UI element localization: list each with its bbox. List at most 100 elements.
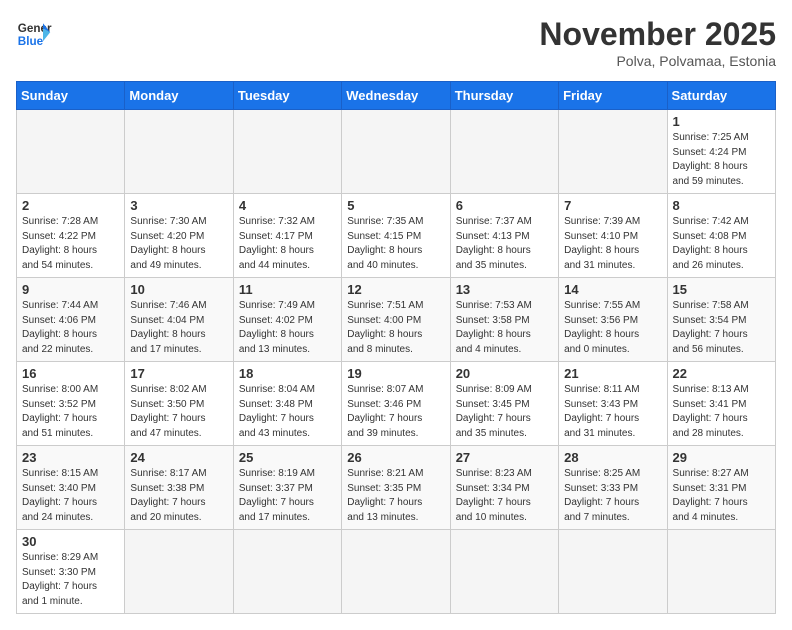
- weekday-header-saturday: Saturday: [667, 82, 775, 110]
- logo-icon: General Blue: [16, 16, 52, 52]
- title-block: November 2025 Polva, Polvamaa, Estonia: [539, 16, 776, 69]
- weekday-header-row: SundayMondayTuesdayWednesdayThursdayFrid…: [17, 82, 776, 110]
- empty-cell: [125, 110, 233, 194]
- day-info: Sunrise: 8:00 AM Sunset: 3:52 PM Dayligh…: [22, 383, 119, 441]
- empty-cell: [667, 530, 775, 614]
- day-number: 2: [22, 198, 119, 213]
- month-title: November 2025: [539, 16, 776, 53]
- day-cell-25: 25 Sunrise: 8:19 AM Sunset: 3:37 PM Dayli…: [233, 446, 341, 530]
- weekday-header-friday: Friday: [559, 82, 667, 110]
- day-info: Sunrise: 7:51 AM Sunset: 4:00 PM Dayligh…: [347, 299, 444, 357]
- day-info: Sunrise: 7:28 AM Sunset: 4:22 PM Dayligh…: [22, 215, 119, 273]
- day-number: 9: [22, 282, 119, 297]
- empty-cell: [125, 530, 233, 614]
- day-number: 28: [564, 450, 661, 465]
- day-info: Sunrise: 8:21 AM Sunset: 3:35 PM Dayligh…: [347, 467, 444, 525]
- day-cell-10: 10 Sunrise: 7:46 AM Sunset: 4:04 PM Dayli…: [125, 278, 233, 362]
- day-cell-15: 15 Sunrise: 7:58 AM Sunset: 3:54 PM Dayli…: [667, 278, 775, 362]
- day-info: Sunrise: 7:55 AM Sunset: 3:56 PM Dayligh…: [564, 299, 661, 357]
- day-number: 14: [564, 282, 661, 297]
- day-cell-5: 5 Sunrise: 7:35 AM Sunset: 4:15 PM Daylig…: [342, 194, 450, 278]
- location: Polva, Polvamaa, Estonia: [539, 53, 776, 69]
- weekday-header-sunday: Sunday: [17, 82, 125, 110]
- day-number: 10: [130, 282, 227, 297]
- day-info: Sunrise: 8:27 AM Sunset: 3:31 PM Dayligh…: [673, 467, 770, 525]
- empty-cell: [559, 110, 667, 194]
- logo: General Blue: [16, 16, 52, 52]
- week-row-6: 30 Sunrise: 8:29 AM Sunset: 3:30 PM Dayli…: [17, 530, 776, 614]
- week-row-5: 23Sunrise: 8:15 AM Sunset: 3:40 PM Dayli…: [17, 446, 776, 530]
- day-info: Sunrise: 8:04 AM Sunset: 3:48 PM Dayligh…: [239, 383, 336, 441]
- day-info: Sunrise: 8:23 AM Sunset: 3:34 PM Dayligh…: [456, 467, 553, 525]
- day-cell-4: 4 Sunrise: 7:32 AM Sunset: 4:17 PM Daylig…: [233, 194, 341, 278]
- day-number: 11: [239, 282, 336, 297]
- day-number: 5: [347, 198, 444, 213]
- day-info: Sunrise: 8:02 AM Sunset: 3:50 PM Dayligh…: [130, 383, 227, 441]
- weekday-header-monday: Monday: [125, 82, 233, 110]
- day-number: 13: [456, 282, 553, 297]
- day-info: Sunrise: 8:29 AM Sunset: 3:30 PM Dayligh…: [22, 551, 119, 609]
- day-number: 17: [130, 366, 227, 381]
- day-cell-30: 30 Sunrise: 8:29 AM Sunset: 3:30 PM Dayli…: [17, 530, 125, 614]
- day-number: 24: [130, 450, 227, 465]
- day-cell-6: 6 Sunrise: 7:37 AM Sunset: 4:13 PM Daylig…: [450, 194, 558, 278]
- day-cell-28: 28Sunrise: 8:25 AM Sunset: 3:33 PM Dayli…: [559, 446, 667, 530]
- day-info: Sunrise: 7:37 AM Sunset: 4:13 PM Dayligh…: [456, 215, 553, 273]
- day-number: 6: [456, 198, 553, 213]
- day-number: 18: [239, 366, 336, 381]
- day-info: Sunrise: 7:49 AM Sunset: 4:02 PM Dayligh…: [239, 299, 336, 357]
- day-cell-21: 21 Sunrise: 8:11 AM Sunset: 3:43 PM Dayli…: [559, 362, 667, 446]
- day-cell-12: 12 Sunrise: 7:51 AM Sunset: 4:00 PM Dayli…: [342, 278, 450, 362]
- day-cell-19: 19 Sunrise: 8:07 AM Sunset: 3:46 PM Dayli…: [342, 362, 450, 446]
- day-info: Sunrise: 8:13 AM Sunset: 3:41 PM Dayligh…: [673, 383, 770, 441]
- day-cell-20: 20Sunrise: 8:09 AM Sunset: 3:45 PM Dayli…: [450, 362, 558, 446]
- empty-cell: [233, 530, 341, 614]
- day-number: 19: [347, 366, 444, 381]
- day-info: Sunrise: 7:30 AM Sunset: 4:20 PM Dayligh…: [130, 215, 227, 273]
- empty-cell: [450, 530, 558, 614]
- day-number: 16: [22, 366, 119, 381]
- day-cell-26: 26 Sunrise: 8:21 AM Sunset: 3:35 PM Dayli…: [342, 446, 450, 530]
- day-cell-16: 16 Sunrise: 8:00 AM Sunset: 3:52 PM Dayli…: [17, 362, 125, 446]
- day-info: Sunrise: 8:11 AM Sunset: 3:43 PM Dayligh…: [564, 383, 661, 441]
- day-number: 23: [22, 450, 119, 465]
- day-cell-17: 17 Sunrise: 8:02 AM Sunset: 3:50 PM Dayli…: [125, 362, 233, 446]
- empty-cell: [450, 110, 558, 194]
- day-cell-1: 1Sunrise: 7:25 AM Sunset: 4:24 PM Daylig…: [667, 110, 775, 194]
- svg-text:Blue: Blue: [18, 35, 44, 48]
- week-row-2: 2 Sunrise: 7:28 AM Sunset: 4:22 PM Daylig…: [17, 194, 776, 278]
- day-info: Sunrise: 7:44 AM Sunset: 4:06 PM Dayligh…: [22, 299, 119, 357]
- day-number: 26: [347, 450, 444, 465]
- week-row-4: 16 Sunrise: 8:00 AM Sunset: 3:52 PM Dayli…: [17, 362, 776, 446]
- day-cell-13: 13Sunrise: 7:53 AM Sunset: 3:58 PM Dayli…: [450, 278, 558, 362]
- day-number: 12: [347, 282, 444, 297]
- day-info: Sunrise: 7:32 AM Sunset: 4:17 PM Dayligh…: [239, 215, 336, 273]
- page-header: General Blue November 2025 Polva, Polvam…: [16, 16, 776, 69]
- empty-cell: [17, 110, 125, 194]
- day-info: Sunrise: 7:39 AM Sunset: 4:10 PM Dayligh…: [564, 215, 661, 273]
- day-number: 3: [130, 198, 227, 213]
- day-number: 21: [564, 366, 661, 381]
- empty-cell: [233, 110, 341, 194]
- day-number: 15: [673, 282, 770, 297]
- day-info: Sunrise: 7:46 AM Sunset: 4:04 PM Dayligh…: [130, 299, 227, 357]
- weekday-header-thursday: Thursday: [450, 82, 558, 110]
- day-info: Sunrise: 7:25 AM Sunset: 4:24 PM Dayligh…: [673, 131, 770, 189]
- day-cell-18: 18 Sunrise: 8:04 AM Sunset: 3:48 PM Dayli…: [233, 362, 341, 446]
- day-info: Sunrise: 8:07 AM Sunset: 3:46 PM Dayligh…: [347, 383, 444, 441]
- day-cell-24: 24Sunrise: 8:17 AM Sunset: 3:38 PM Dayli…: [125, 446, 233, 530]
- day-info: Sunrise: 7:58 AM Sunset: 3:54 PM Dayligh…: [673, 299, 770, 357]
- day-cell-7: 7Sunrise: 7:39 AM Sunset: 4:10 PM Daylig…: [559, 194, 667, 278]
- day-info: Sunrise: 7:35 AM Sunset: 4:15 PM Dayligh…: [347, 215, 444, 273]
- day-number: 27: [456, 450, 553, 465]
- weekday-header-wednesday: Wednesday: [342, 82, 450, 110]
- day-number: 25: [239, 450, 336, 465]
- day-cell-8: 8Sunrise: 7:42 AM Sunset: 4:08 PM Daylig…: [667, 194, 775, 278]
- day-cell-3: 3 Sunrise: 7:30 AM Sunset: 4:20 PM Daylig…: [125, 194, 233, 278]
- day-info: Sunrise: 8:09 AM Sunset: 3:45 PM Dayligh…: [456, 383, 553, 441]
- day-number: 30: [22, 534, 119, 549]
- day-info: Sunrise: 7:42 AM Sunset: 4:08 PM Dayligh…: [673, 215, 770, 273]
- day-number: 4: [239, 198, 336, 213]
- week-row-3: 9 Sunrise: 7:44 AM Sunset: 4:06 PM Daylig…: [17, 278, 776, 362]
- day-info: Sunrise: 8:19 AM Sunset: 3:37 PM Dayligh…: [239, 467, 336, 525]
